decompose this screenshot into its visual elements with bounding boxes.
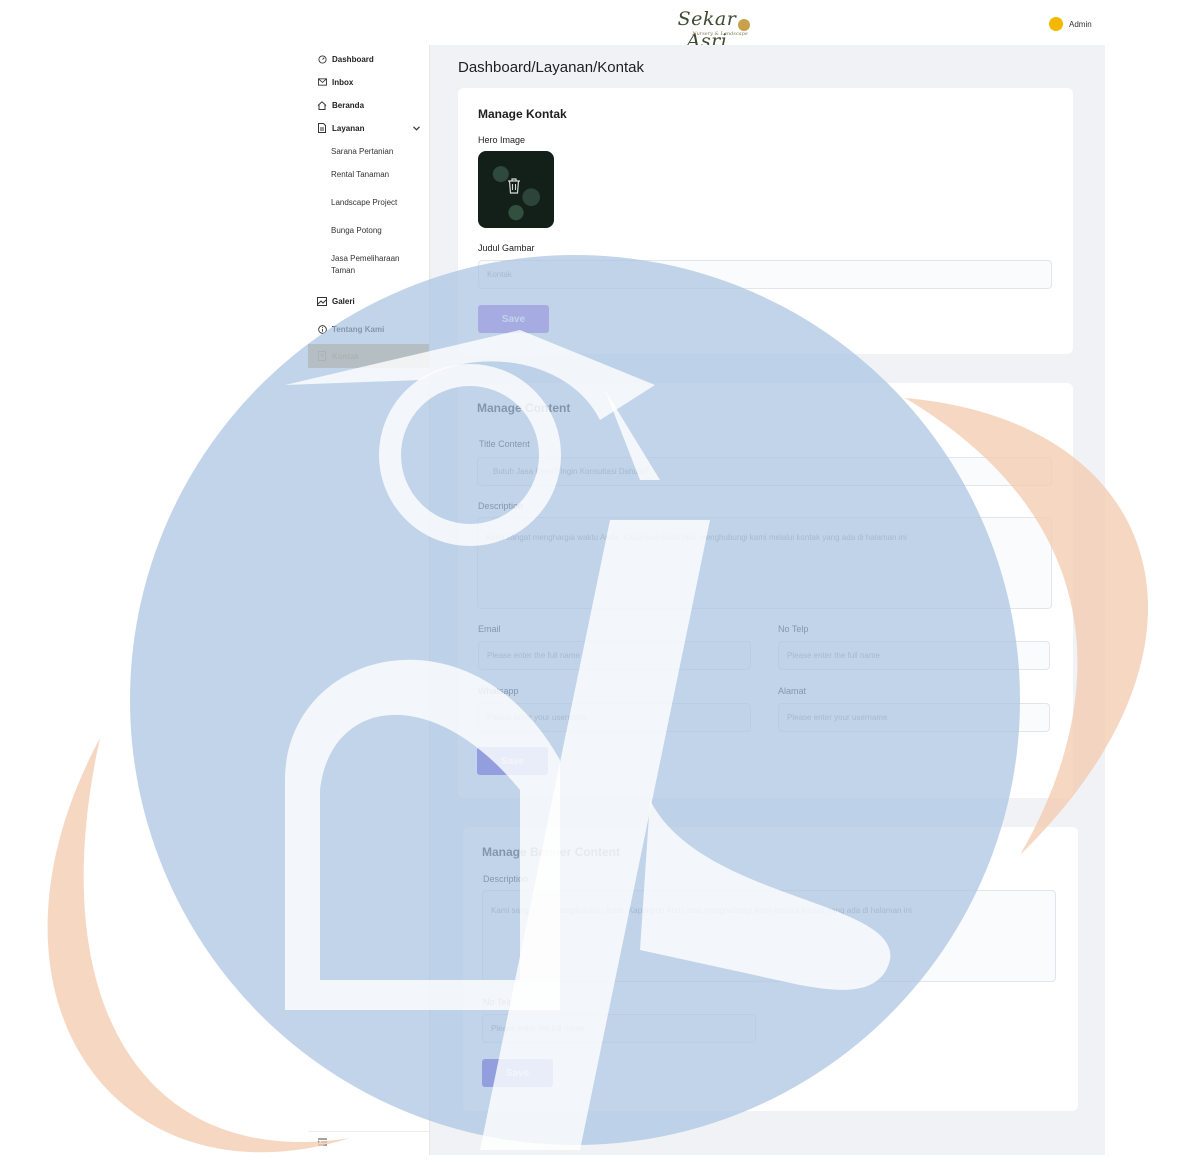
sidebar-subitem-jasa-pemeliharaan[interactable]: Jasa Pemeliharaan Taman bbox=[331, 253, 421, 277]
banner-description-textarea[interactable]: Kami sangat menghargai waktu Anda. Kapan… bbox=[482, 890, 1056, 982]
save-kontak-button[interactable]: Save bbox=[478, 305, 549, 333]
hero-image[interactable] bbox=[478, 151, 554, 228]
sidebar-item-label: Dashboard bbox=[332, 54, 374, 64]
sidebar-item-label: Kontak bbox=[332, 351, 360, 361]
menu-collapse-icon[interactable] bbox=[318, 1138, 327, 1148]
banner-no-telp-label: No Telp bbox=[483, 997, 514, 1007]
email-label: Email bbox=[478, 624, 501, 634]
whatsapp-input[interactable]: Please enter your username bbox=[478, 703, 751, 732]
sidebar-subitem-sarana-pertanian[interactable]: Sarana Pertanian bbox=[331, 146, 421, 158]
sidebar-item-dashboard[interactable]: Dashboard bbox=[308, 53, 429, 65]
document-icon bbox=[317, 123, 327, 133]
user-name: Admin bbox=[1069, 19, 1092, 29]
user-menu[interactable]: Admin bbox=[1049, 16, 1092, 32]
sidebar-item-label: Beranda bbox=[332, 100, 365, 110]
gauge-icon bbox=[317, 54, 327, 64]
sidebar-item-inbox[interactable]: Inbox bbox=[308, 76, 429, 88]
alamat-input[interactable]: Please enter your username bbox=[778, 703, 1050, 732]
email-input[interactable]: Please enter the full name bbox=[478, 641, 751, 670]
sidebar-item-beranda[interactable]: Beranda bbox=[308, 99, 429, 111]
avatar[interactable] bbox=[1049, 17, 1063, 31]
banner-description-label: Description bbox=[483, 874, 529, 884]
logo-subtitle: Nursery & Landscape bbox=[692, 31, 748, 37]
whatsapp-label: Whatsapp bbox=[478, 686, 519, 696]
sidebar-item-label: Galeri bbox=[332, 296, 355, 306]
hero-image-label: Hero Image bbox=[478, 135, 526, 145]
banner-no-telp-input[interactable]: Please enter the full name bbox=[482, 1014, 756, 1043]
manage-content-title: Manage Content bbox=[477, 401, 571, 415]
sidebar-item-tentang-kami[interactable]: Tentang Kami bbox=[308, 323, 429, 335]
logo-leaf-icon bbox=[738, 19, 750, 31]
description-textarea[interactable]: Kami sangat menghargai waktu Anda. Kapan… bbox=[477, 517, 1052, 609]
no-telp-label: No Telp bbox=[778, 624, 809, 634]
no-telp-input[interactable]: Please enter the full name bbox=[778, 641, 1050, 670]
save-banner-button[interactable]: Save bbox=[482, 1059, 553, 1087]
chevron-down-icon[interactable] bbox=[413, 124, 420, 133]
title-content-input[interactable]: Butuh Jasa Kami? Ingin Konsultasi Dahulu… bbox=[477, 457, 1052, 486]
title-content-label: Title Content bbox=[479, 439, 530, 449]
sidebar: Dashboard Inbox Beranda Layanan Sarana P… bbox=[308, 45, 430, 1155]
mail-icon bbox=[317, 77, 327, 87]
sidebar-divider bbox=[308, 1131, 429, 1132]
judul-gambar-label: Judul Gambar bbox=[478, 243, 535, 253]
info-icon bbox=[317, 324, 327, 334]
sidebar-subitem-rental-tanaman[interactable]: Rental Tanaman bbox=[331, 169, 421, 181]
sidebar-item-galeri[interactable]: Galeri bbox=[308, 295, 429, 307]
alamat-label: Alamat bbox=[778, 686, 807, 696]
trash-icon[interactable] bbox=[507, 178, 521, 199]
sidebar-item-layanan[interactable]: Layanan bbox=[308, 122, 429, 134]
manage-banner-title: Manage Banner Content bbox=[482, 845, 621, 859]
sidebar-item-label: Tentang Kami bbox=[332, 324, 385, 334]
save-content-button[interactable]: Save bbox=[477, 747, 548, 775]
description-label: Description bbox=[478, 501, 524, 511]
sidebar-subitem-landscape-project[interactable]: Landscape Project bbox=[331, 197, 421, 209]
sidebar-subitem-bunga-potong[interactable]: Bunga Potong bbox=[331, 225, 421, 237]
contact-icon bbox=[317, 351, 327, 361]
manage-kontak-title: Manage Kontak bbox=[478, 107, 567, 121]
home-icon bbox=[317, 100, 327, 110]
sidebar-item-kontak[interactable]: Kontak bbox=[308, 344, 429, 368]
judul-gambar-input[interactable]: Kontak bbox=[478, 260, 1052, 289]
gallery-icon bbox=[317, 296, 327, 306]
sidebar-item-label: Layanan bbox=[332, 123, 365, 133]
sidebar-item-label: Inbox bbox=[332, 77, 354, 87]
breadcrumb: Dashboard/Layanan/Kontak bbox=[458, 59, 644, 76]
